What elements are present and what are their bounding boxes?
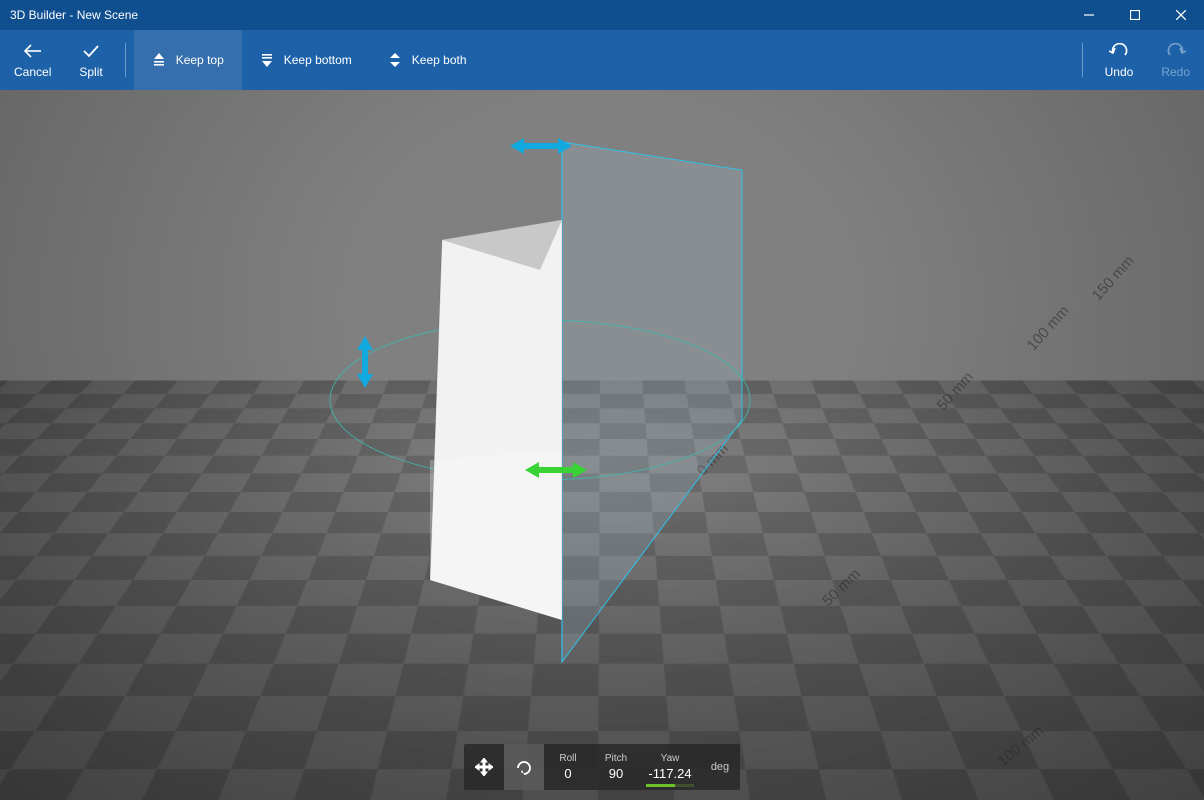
yaw-label: Yaw xyxy=(640,753,700,764)
keep-both-button[interactable]: Keep both xyxy=(370,30,485,90)
redo-icon xyxy=(1166,41,1186,61)
pitch-field[interactable]: Pitch 90 xyxy=(592,744,640,790)
keep-bottom-button[interactable]: Keep bottom xyxy=(242,30,370,90)
keep-both-icon xyxy=(388,50,402,70)
keep-top-label: Keep top xyxy=(176,53,224,67)
pitch-label: Pitch xyxy=(592,753,640,764)
roll-value: 0 xyxy=(544,766,592,781)
cancel-label: Cancel xyxy=(14,65,51,79)
scene-overlay xyxy=(0,90,1204,800)
split-button[interactable]: Split xyxy=(65,30,116,90)
yaw-value: -117.24 xyxy=(640,766,700,781)
rotate-mode-button[interactable] xyxy=(504,744,544,790)
keep-both-label: Keep both xyxy=(412,53,467,67)
roll-label: Roll xyxy=(544,753,592,764)
window-title: 3D Builder - New Scene xyxy=(10,8,1066,22)
move-icon xyxy=(475,758,493,776)
rotate-handle-vertical[interactable] xyxy=(355,336,375,388)
undo-label: Undo xyxy=(1105,65,1134,79)
roll-field[interactable]: Roll 0 xyxy=(544,744,592,790)
toolbar: Cancel Split Keep top Keep bottom Keep b… xyxy=(0,30,1204,90)
maximize-button[interactable] xyxy=(1112,0,1158,30)
toolbar-separator xyxy=(125,43,126,77)
pitch-value: 90 xyxy=(592,766,640,781)
redo-button[interactable]: Redo xyxy=(1147,30,1204,90)
title-bar: 3D Builder - New Scene xyxy=(0,0,1204,30)
keep-bottom-label: Keep bottom xyxy=(284,53,352,67)
back-arrow-icon xyxy=(23,41,43,61)
3d-viewport[interactable]: 150 mm 100 mm 50 mm 0 mm 50 mm 100 mm xyxy=(0,90,1204,800)
keep-bottom-icon xyxy=(260,50,274,70)
transform-status-bar: Roll 0 Pitch 90 Yaw -117.24 deg xyxy=(464,744,740,790)
unit-label: deg xyxy=(700,761,740,773)
check-icon xyxy=(81,41,101,61)
cutting-plane xyxy=(562,142,742,662)
undo-icon xyxy=(1109,41,1129,61)
cancel-button[interactable]: Cancel xyxy=(0,30,65,90)
rotate-icon xyxy=(515,758,533,776)
yaw-field[interactable]: Yaw -117.24 xyxy=(640,744,700,790)
toolbar-separator xyxy=(1082,43,1083,77)
move-mode-button[interactable] xyxy=(464,744,504,790)
rotate-handle-horizontal[interactable] xyxy=(510,136,572,156)
keep-top-button[interactable]: Keep top xyxy=(134,30,242,90)
redo-label: Redo xyxy=(1161,65,1190,79)
split-label: Split xyxy=(79,65,102,79)
rotate-handle-ground[interactable] xyxy=(525,460,587,480)
keep-top-icon xyxy=(152,50,166,70)
close-button[interactable] xyxy=(1158,0,1204,30)
undo-button[interactable]: Undo xyxy=(1091,30,1148,90)
minimize-button[interactable] xyxy=(1066,0,1112,30)
